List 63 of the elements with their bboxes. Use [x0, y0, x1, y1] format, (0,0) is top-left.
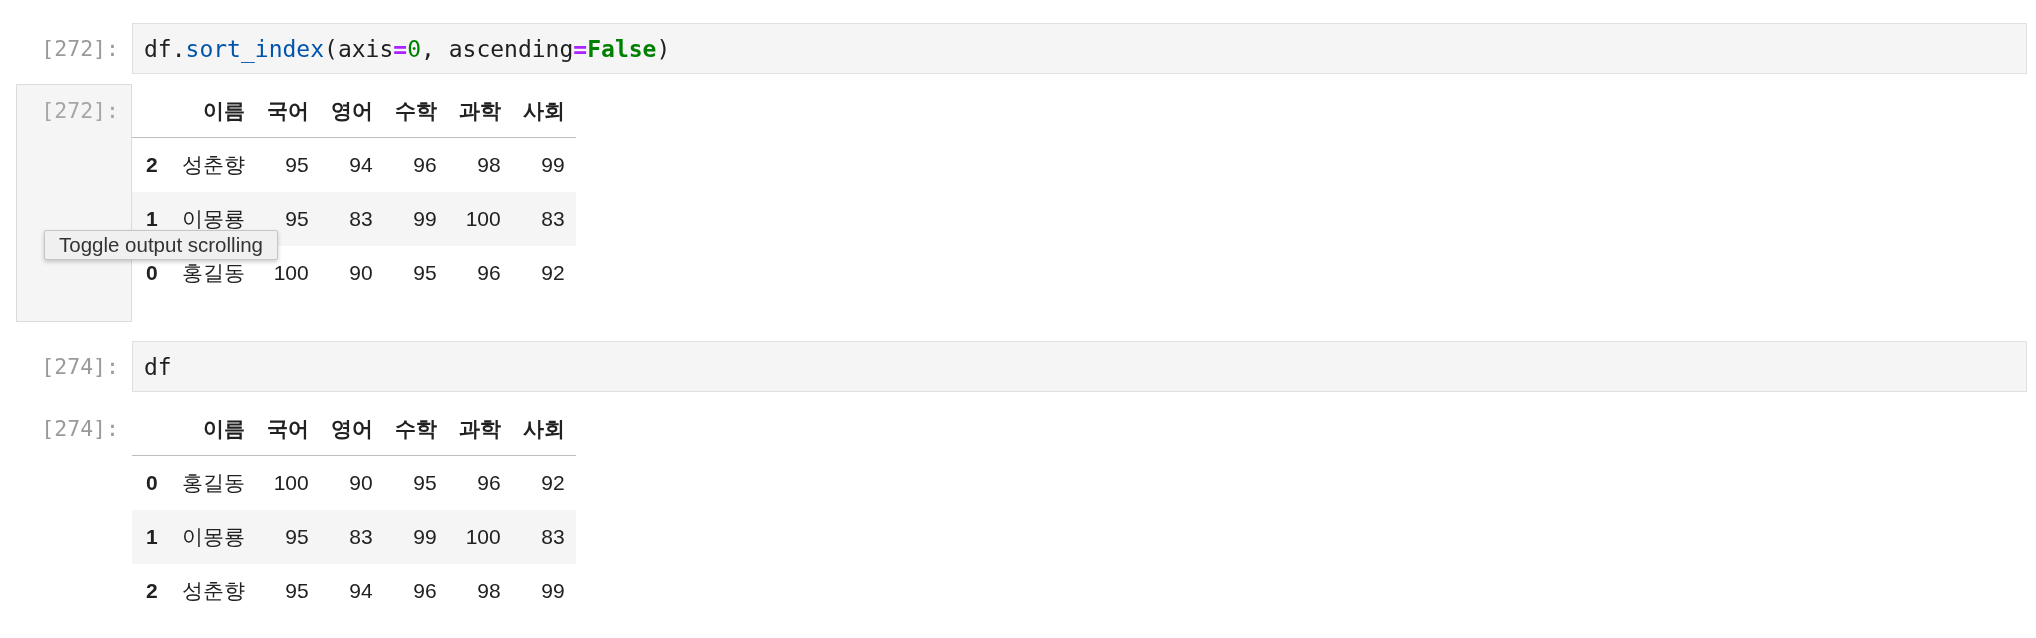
- cell-value: 99: [413, 208, 437, 231]
- column-header: 영어: [330, 99, 373, 122]
- cell-value: 92: [541, 262, 565, 285]
- column-header: 과학: [458, 417, 501, 440]
- cell-value: 83: [541, 208, 565, 231]
- column-header: 사회: [522, 99, 565, 122]
- cell-value: 96: [413, 580, 437, 603]
- column-header: 과학: [458, 99, 501, 122]
- row-index: 1: [146, 526, 158, 549]
- cell-value: 90: [349, 472, 373, 495]
- cell-value: 98: [477, 580, 501, 603]
- column-header: 영어: [330, 417, 373, 440]
- code-text: df.sort_index(axis=0, ascending=False): [144, 35, 671, 62]
- column-header: 수학: [394, 417, 437, 440]
- cell-value: 100: [465, 526, 501, 549]
- cell-value: 100: [273, 472, 309, 495]
- cell-value: 100: [465, 208, 501, 231]
- cell-value: 이몽룡: [181, 208, 245, 231]
- cell-value: 99: [413, 526, 437, 549]
- cell-value: 95: [285, 580, 309, 603]
- row-index: 0: [146, 262, 158, 285]
- cell-value: 92: [541, 472, 565, 495]
- row-index: 2: [146, 580, 158, 603]
- cell-value: 95: [413, 262, 437, 285]
- cell-value: 100: [273, 262, 309, 285]
- column-header: 사회: [522, 417, 565, 440]
- column-header: 이름: [202, 417, 245, 440]
- cell-value: 성춘향: [181, 580, 245, 603]
- column-header: 수학: [394, 99, 437, 122]
- tooltip: Toggle output scrolling: [44, 230, 278, 260]
- cell-value: 95: [285, 526, 309, 549]
- cell-value: 홍길동: [181, 472, 245, 495]
- cell-value: 98: [477, 154, 501, 177]
- output-prompt: [274]:: [41, 415, 119, 443]
- cell-value: 성춘향: [181, 154, 245, 177]
- row-index: 0: [146, 472, 158, 495]
- cell-value: 96: [413, 154, 437, 177]
- code-text: df: [144, 353, 172, 380]
- code-editor[interactable]: df: [132, 341, 2027, 392]
- cell-value: 83: [541, 526, 565, 549]
- cell-value: 96: [477, 472, 501, 495]
- column-header: 국어: [266, 99, 309, 122]
- row-index: 2: [146, 154, 158, 177]
- cell-value: 홍길동: [181, 262, 245, 285]
- cell-value: 99: [541, 154, 565, 177]
- row-index: 1: [146, 208, 158, 231]
- cell-value: 83: [349, 526, 373, 549]
- cell-value: 95: [285, 154, 309, 177]
- column-header: 이름: [202, 99, 245, 122]
- cell-value: 94: [349, 154, 373, 177]
- cell-value: 90: [349, 262, 373, 285]
- cell-value: 96: [477, 262, 501, 285]
- output-prompt: [272]:: [41, 97, 119, 125]
- cell-value: 83: [349, 208, 373, 231]
- cell-value: 이몽룡: [181, 526, 245, 549]
- cell-value: 99: [541, 580, 565, 603]
- input-prompt: [274]:: [41, 354, 119, 379]
- column-header: 국어: [266, 417, 309, 440]
- cell-value: 95: [285, 208, 309, 231]
- cell-value: 95: [413, 472, 437, 495]
- input-prompt: [272]:: [41, 36, 119, 61]
- cell-value: 94: [349, 580, 373, 603]
- code-editor[interactable]: df.sort_index(axis=0, ascending=False): [132, 23, 2027, 74]
